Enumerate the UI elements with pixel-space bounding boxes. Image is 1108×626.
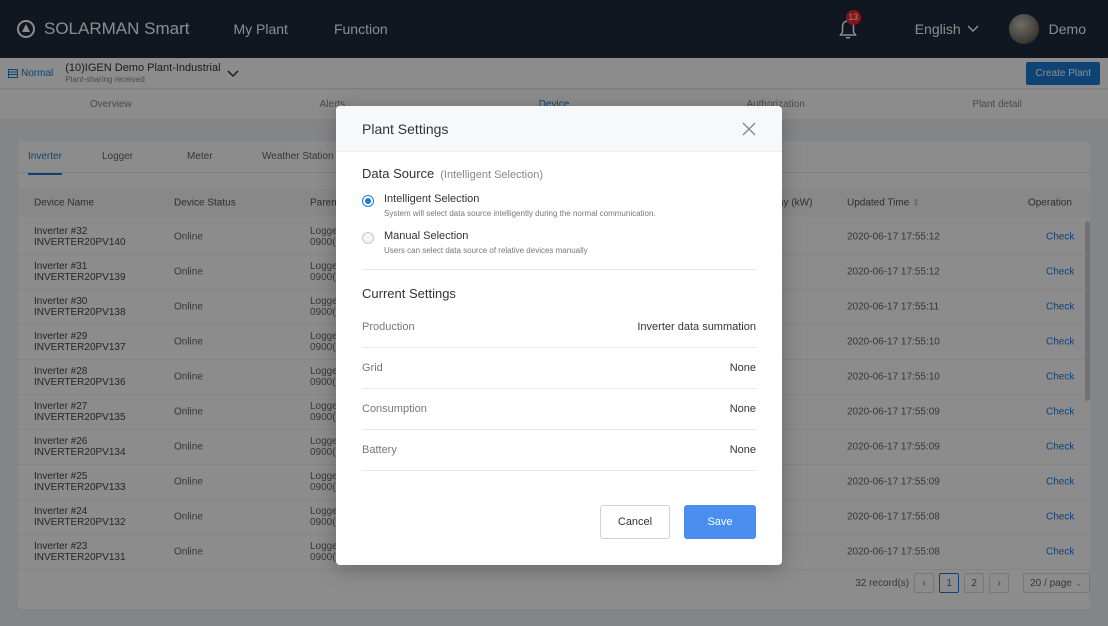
intelligent-selection-desc: System will select data source intellige… [384, 209, 656, 218]
setting-key: Consumption [362, 403, 427, 415]
save-button[interactable]: Save [684, 505, 756, 539]
data-source-hint: (Intelligent Selection) [440, 169, 543, 181]
setting-key: Production [362, 321, 415, 333]
setting-value: Inverter data summation [637, 321, 756, 333]
manual-selection-label: Manual Selection [384, 230, 469, 242]
setting-consumption: Consumption None [362, 389, 756, 430]
intelligent-selection-label: Intelligent Selection [384, 193, 480, 205]
divider [362, 269, 756, 270]
data-source-heading: Data Source (Intelligent Selection) [362, 166, 756, 181]
radio-checked[interactable] [362, 195, 374, 207]
modal-header: Plant Settings [336, 106, 782, 152]
plant-settings-modal: Plant Settings Data Source (Intelligent S… [336, 106, 782, 565]
setting-value: None [729, 362, 756, 374]
close-icon[interactable] [742, 122, 756, 136]
cancel-button[interactable]: Cancel [600, 505, 670, 539]
current-settings-title: Current Settings [362, 286, 456, 301]
setting-key: Grid [362, 362, 383, 374]
radio-intelligent-selection[interactable]: Intelligent Selection System will select… [362, 193, 756, 218]
modal-title: Plant Settings [362, 120, 449, 137]
data-source-title: Data Source [362, 166, 435, 181]
manual-selection-desc: Users can select data source of relative… [384, 246, 588, 255]
setting-production: Production Inverter data summation [362, 307, 756, 348]
setting-grid: Grid None [362, 348, 756, 389]
setting-battery: Battery None [362, 430, 756, 471]
setting-value: None [729, 403, 756, 415]
radio-unchecked[interactable] [362, 232, 374, 244]
radio-manual-selection[interactable]: Manual Selection Users can select data s… [362, 230, 756, 255]
setting-value: None [729, 444, 756, 456]
setting-key: Battery [362, 444, 397, 456]
